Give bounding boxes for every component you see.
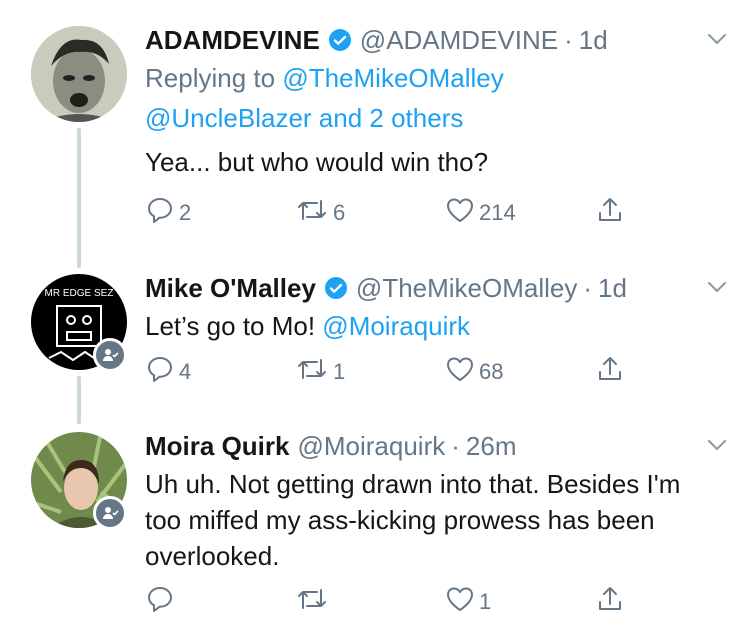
share-button[interactable] xyxy=(595,352,625,392)
verified-icon xyxy=(328,28,352,52)
tweet-header: ADAMDEVINE @ADAMDEVINE · 1d xyxy=(145,22,730,58)
reply-icon xyxy=(145,354,175,390)
tweet-text-main: Let’s go to Mo! xyxy=(145,311,323,341)
reply-count: 4 xyxy=(179,359,192,384)
like-icon xyxy=(445,354,475,390)
tweet-actions: 1 xyxy=(145,582,645,622)
like-button[interactable]: 1 xyxy=(445,582,491,622)
reply-others-link[interactable]: @UncleBlazer and 2 others xyxy=(145,103,463,133)
thread-line xyxy=(77,128,81,268)
chevron-down-icon[interactable] xyxy=(704,274,730,307)
timestamp[interactable]: 1d xyxy=(579,25,608,56)
tweet-actions: 4 1 68 xyxy=(145,352,645,392)
timestamp[interactable]: 1d xyxy=(598,273,627,304)
follow-badge-icon xyxy=(93,338,127,372)
avatar[interactable] xyxy=(31,26,127,122)
handle[interactable]: @TheMikeOMalley xyxy=(356,273,577,304)
reply-button[interactable] xyxy=(145,582,179,622)
share-icon xyxy=(595,195,625,231)
handle[interactable]: @Moiraquirk xyxy=(297,431,445,462)
retweet-button[interactable]: 1 xyxy=(295,352,345,392)
tweet-text: Uh uh. Not getting drawn into that. Besi… xyxy=(145,469,681,571)
mention-link[interactable]: @Moiraquirk xyxy=(322,311,470,341)
chevron-down-icon[interactable] xyxy=(704,432,730,465)
share-button[interactable] xyxy=(595,193,625,233)
separator-dot: · xyxy=(564,24,573,55)
like-count: 1 xyxy=(479,589,492,614)
reply-icon xyxy=(145,195,175,231)
retweet-button[interactable] xyxy=(295,582,333,622)
avatar-text: MR EDGE SEZ xyxy=(45,288,114,299)
like-icon xyxy=(445,195,475,231)
thread-line xyxy=(77,376,81,424)
tweet-text: Yea... but who would win tho? xyxy=(145,147,489,177)
retweet-icon xyxy=(295,354,329,390)
share-icon xyxy=(595,584,625,620)
display-name[interactable]: Mike O'Malley xyxy=(145,273,316,304)
verified-icon xyxy=(324,276,348,300)
tweet-header: Mike O'Malley @TheMikeOMalley · 1d xyxy=(145,270,730,306)
timestamp[interactable]: 26m xyxy=(466,431,517,462)
tweet-actions: 2 6 214 xyxy=(145,193,645,233)
handle[interactable]: @ADAMDEVINE xyxy=(360,25,558,56)
reply-count: 2 xyxy=(179,200,192,225)
retweet-count: 1 xyxy=(333,359,346,384)
chevron-down-icon[interactable] xyxy=(704,26,730,59)
reply-button[interactable]: 4 xyxy=(145,352,191,392)
reply-user-link[interactable]: @TheMikeOMalley xyxy=(282,63,503,93)
replying-to: Replying to @TheMikeOMalley @UncleBlazer… xyxy=(145,58,730,138)
retweet-icon xyxy=(295,195,329,231)
follow-badge-icon xyxy=(93,496,127,530)
separator-dot: · xyxy=(583,272,593,303)
like-button[interactable]: 214 xyxy=(445,193,516,233)
retweet-button[interactable]: 6 xyxy=(295,193,345,233)
like-count: 68 xyxy=(479,359,504,384)
like-button[interactable]: 68 xyxy=(445,352,503,392)
like-icon xyxy=(445,584,475,620)
replying-to-label: Replying to xyxy=(145,63,283,93)
display-name[interactable]: ADAMDEVINE xyxy=(145,25,320,56)
reply-button[interactable]: 2 xyxy=(145,193,191,233)
separator-dot: · xyxy=(451,430,460,461)
tweet-text: Let’s go to Mo! @Moiraquirk xyxy=(145,308,730,344)
display-name[interactable]: Moira Quirk xyxy=(145,431,289,462)
tweet-header: Moira Quirk @Moiraquirk · 26m xyxy=(145,428,730,464)
retweet-icon xyxy=(295,584,329,620)
retweet-count: 6 xyxy=(333,200,346,225)
like-count: 214 xyxy=(479,200,516,225)
reply-icon xyxy=(145,584,175,620)
share-icon xyxy=(595,354,625,390)
share-button[interactable] xyxy=(595,582,625,622)
